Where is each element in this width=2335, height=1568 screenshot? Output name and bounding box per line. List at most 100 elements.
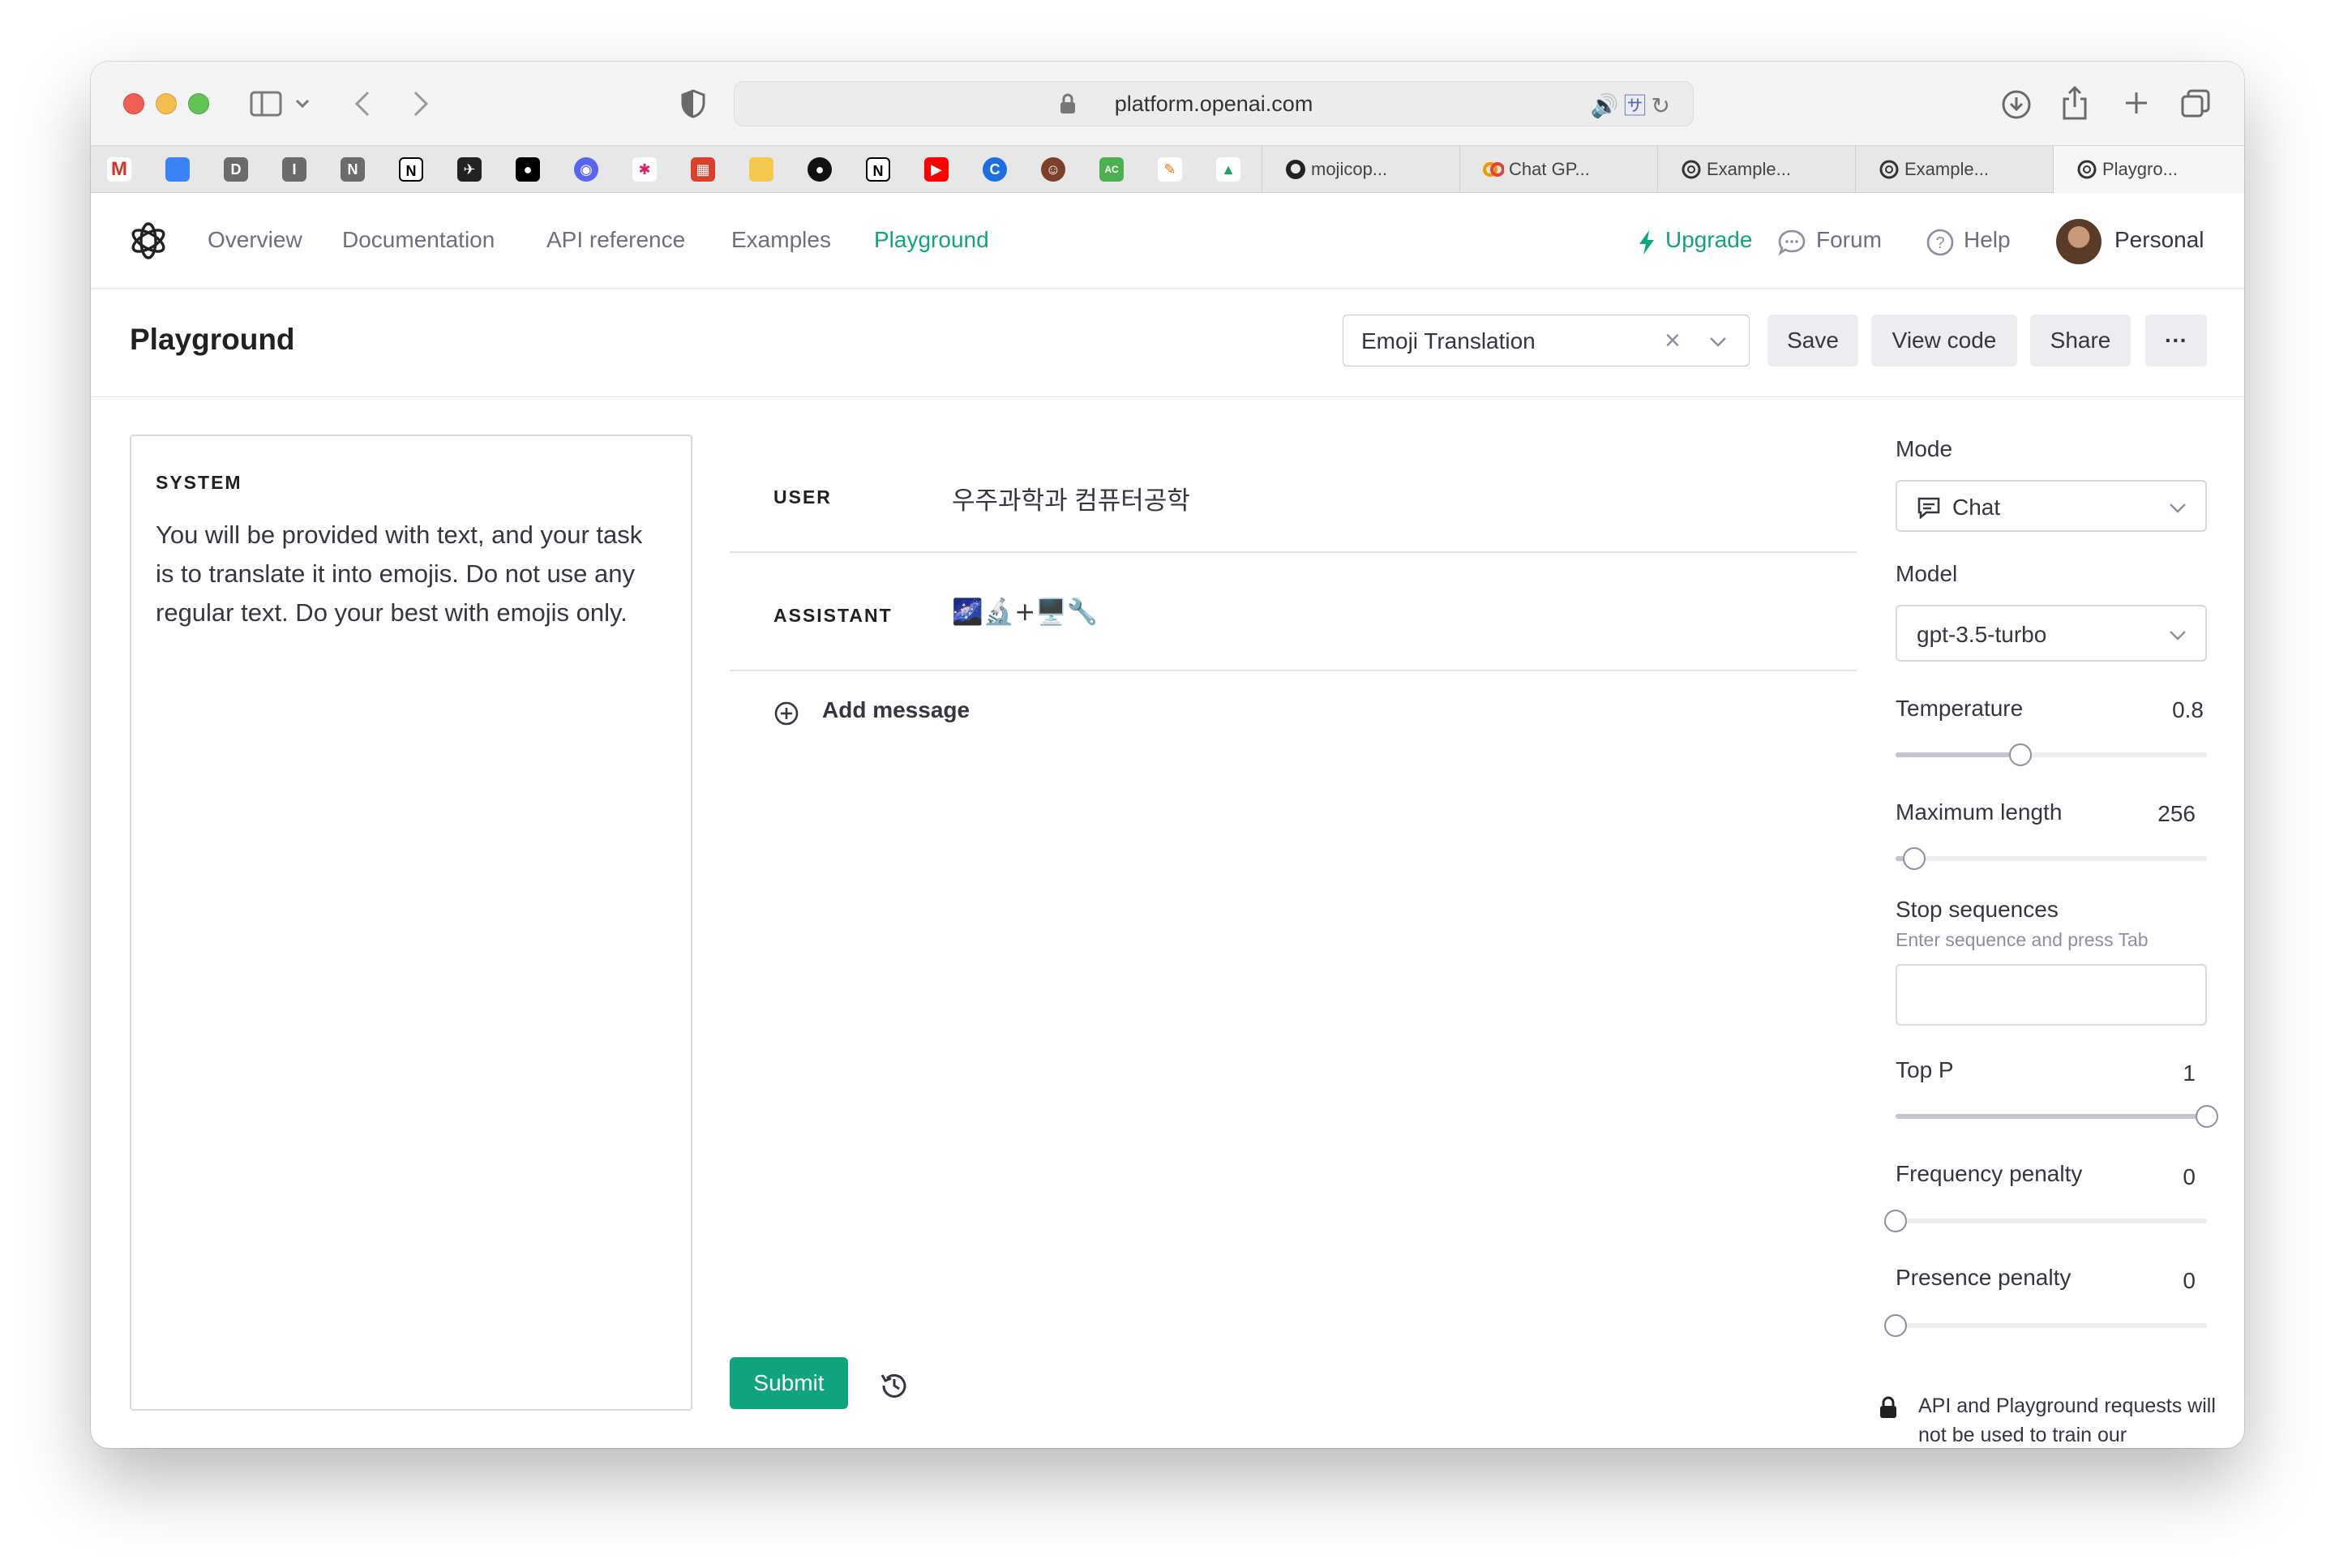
tab-strip: M D I N N ✈ ● ◉ ✱ ▦ ● N ▶ C ☺ AC ✎ ▲ moj… bbox=[91, 146, 2244, 193]
forward-icon[interactable] bbox=[412, 91, 430, 117]
model-select[interactable]: gpt-3.5-turbo bbox=[1896, 605, 2207, 662]
presence-penalty-slider[interactable] bbox=[1884, 1314, 2207, 1337]
medium-icon[interactable]: ● bbox=[516, 157, 540, 182]
c-app-icon[interactable]: C bbox=[983, 157, 1007, 182]
avatar[interactable] bbox=[2056, 219, 2102, 264]
preset-select[interactable]: Emoji Translation × bbox=[1343, 315, 1750, 366]
frequency-penalty-slider-thumb[interactable] bbox=[1884, 1210, 1907, 1232]
tab-examples-2[interactable]: Example... bbox=[1855, 146, 2053, 193]
reader-icons[interactable]: 🔊🈂↻ bbox=[1591, 88, 1675, 121]
clear-preset-icon[interactable]: × bbox=[1664, 325, 1681, 357]
github-icon[interactable]: ● bbox=[808, 157, 832, 182]
translate-icon[interactable]: 🈂 bbox=[1624, 93, 1652, 118]
openai-logo-icon[interactable] bbox=[128, 221, 169, 261]
presence-penalty-label: Presence penalty bbox=[1896, 1265, 2072, 1290]
help-link[interactable]: Help bbox=[1964, 227, 2011, 253]
nav-documentation[interactable]: Documentation bbox=[342, 227, 495, 253]
save-button[interactable]: Save bbox=[1767, 315, 1858, 366]
pen-app-icon[interactable]: ✎ bbox=[1158, 157, 1182, 182]
share-button[interactable]: Share bbox=[2030, 315, 2131, 366]
page-title: Playground bbox=[130, 323, 295, 356]
speaker-icon[interactable]: 🔊 bbox=[1591, 93, 1624, 118]
ac-app-icon[interactable]: AC bbox=[1099, 157, 1124, 182]
account-name[interactable]: Personal bbox=[2114, 227, 2204, 253]
temperature-slider[interactable] bbox=[1896, 743, 2207, 766]
new-tab-icon[interactable] bbox=[2124, 91, 2149, 115]
stop-sequences-label: Stop sequences bbox=[1896, 897, 2059, 922]
back-icon[interactable] bbox=[353, 91, 371, 117]
chevron-down-icon bbox=[2170, 631, 2186, 640]
bookmark-d-icon[interactable]: D bbox=[224, 157, 248, 182]
tab-examples-1[interactable]: Example... bbox=[1657, 146, 1855, 193]
presence-penalty-slider-thumb[interactable] bbox=[1884, 1314, 1907, 1337]
share-icon[interactable] bbox=[2061, 86, 2089, 120]
add-message-icon[interactable] bbox=[773, 700, 799, 726]
notion-2-icon[interactable]: N bbox=[866, 157, 890, 182]
temperature-value: 0.8 bbox=[2172, 697, 2204, 722]
tab-playground[interactable]: Playgro... bbox=[2053, 146, 2244, 193]
mode-value: Chat bbox=[1952, 495, 2001, 520]
minimize-window-button[interactable] bbox=[156, 93, 177, 114]
system-label: SYSTEM bbox=[156, 472, 242, 493]
top-p-slider[interactable] bbox=[1896, 1105, 2218, 1128]
nav-examples[interactable]: Examples bbox=[731, 227, 831, 253]
close-window-button[interactable] bbox=[123, 93, 144, 114]
maximum-length-slider-thumb[interactable] bbox=[1903, 847, 1926, 870]
tab-chatgpt[interactable]: Chat GP... bbox=[1459, 146, 1657, 193]
discord-icon[interactable]: ◉ bbox=[574, 157, 598, 182]
zoom-window-button[interactable] bbox=[188, 93, 209, 114]
system-message-text[interactable]: You will be provided with text, and your… bbox=[156, 516, 666, 632]
openai-icon bbox=[1682, 160, 1701, 179]
nav-playground[interactable]: Playground bbox=[874, 227, 989, 253]
bookmark-yellow-icon[interactable] bbox=[749, 157, 773, 182]
avatar-app-icon[interactable]: ☺ bbox=[1041, 157, 1065, 182]
more-options-button[interactable]: ··· bbox=[2145, 315, 2207, 366]
slack-icon[interactable]: ✱ bbox=[632, 157, 657, 182]
chevron-down-icon[interactable] bbox=[295, 99, 310, 109]
title-bar: platform.openai.com 🔊🈂↻ bbox=[91, 62, 2244, 146]
grid-app-icon[interactable]: ▦ bbox=[691, 157, 715, 182]
drive-icon[interactable]: ▲ bbox=[1216, 157, 1240, 182]
bolt-icon bbox=[1639, 230, 1654, 255]
message-role-user[interactable]: USER bbox=[773, 486, 832, 508]
system-message-panel[interactable]: SYSTEM You will be provided with text, a… bbox=[130, 435, 692, 1411]
temperature-slider-thumb[interactable] bbox=[2008, 743, 2032, 766]
forum-link[interactable]: Forum bbox=[1816, 227, 1882, 253]
tab-github[interactable]: mojicop... bbox=[1262, 146, 1459, 193]
message-role-assistant[interactable]: ASSISTANT bbox=[773, 605, 893, 627]
tab-overview-icon[interactable] bbox=[2181, 89, 2210, 118]
chevron-down-icon bbox=[2170, 503, 2186, 513]
sidebar-icon[interactable] bbox=[250, 91, 282, 117]
reload-icon[interactable]: ↻ bbox=[1652, 93, 1675, 118]
message-content-assistant[interactable]: 🌌🔬+🖥️🔧 bbox=[952, 597, 1098, 627]
history-icon[interactable] bbox=[879, 1370, 910, 1401]
chevron-down-icon[interactable] bbox=[1708, 332, 1728, 351]
shield-icon[interactable] bbox=[681, 89, 705, 118]
bookmark-icon[interactable] bbox=[165, 157, 190, 182]
bookmark-n-icon[interactable]: N bbox=[341, 157, 365, 182]
gmail-icon[interactable]: M bbox=[107, 157, 131, 182]
submit-button[interactable]: Submit bbox=[730, 1357, 848, 1409]
bird-icon[interactable]: ✈ bbox=[457, 157, 482, 182]
message-content-user[interactable]: 우주과학과 컴퓨터공학 bbox=[952, 480, 1190, 516]
bookmark-i-icon[interactable]: I bbox=[282, 157, 306, 182]
openai-icon bbox=[2077, 160, 2097, 179]
upgrade-link[interactable]: Upgrade bbox=[1665, 227, 1752, 253]
model-label: Model bbox=[1896, 561, 1958, 586]
nav-api-reference[interactable]: API reference bbox=[546, 227, 685, 253]
top-p-slider-thumb[interactable] bbox=[2196, 1105, 2218, 1128]
mode-select[interactable]: Chat bbox=[1896, 480, 2207, 532]
download-icon[interactable] bbox=[2001, 89, 2032, 120]
address-bar[interactable]: platform.openai.com 🔊🈂↻ bbox=[734, 81, 1694, 126]
message-row-user[interactable]: USER 우주과학과 컴퓨터공학 bbox=[730, 435, 1857, 553]
view-code-button[interactable]: View code bbox=[1871, 315, 2017, 366]
stop-sequences-input[interactable] bbox=[1896, 964, 2207, 1026]
notion-icon[interactable]: N bbox=[399, 157, 423, 182]
nav-overview[interactable]: Overview bbox=[208, 227, 302, 253]
maximum-length-slider[interactable] bbox=[1896, 847, 2207, 870]
frequency-penalty-slider[interactable] bbox=[1884, 1210, 2207, 1232]
temperature-slider-fill bbox=[1896, 752, 2020, 757]
add-message-button[interactable]: Add message bbox=[822, 697, 970, 723]
youtube-icon[interactable]: ▶ bbox=[924, 157, 949, 182]
message-row-assistant[interactable]: ASSISTANT 🌌🔬+🖥️🔧 bbox=[730, 553, 1857, 671]
